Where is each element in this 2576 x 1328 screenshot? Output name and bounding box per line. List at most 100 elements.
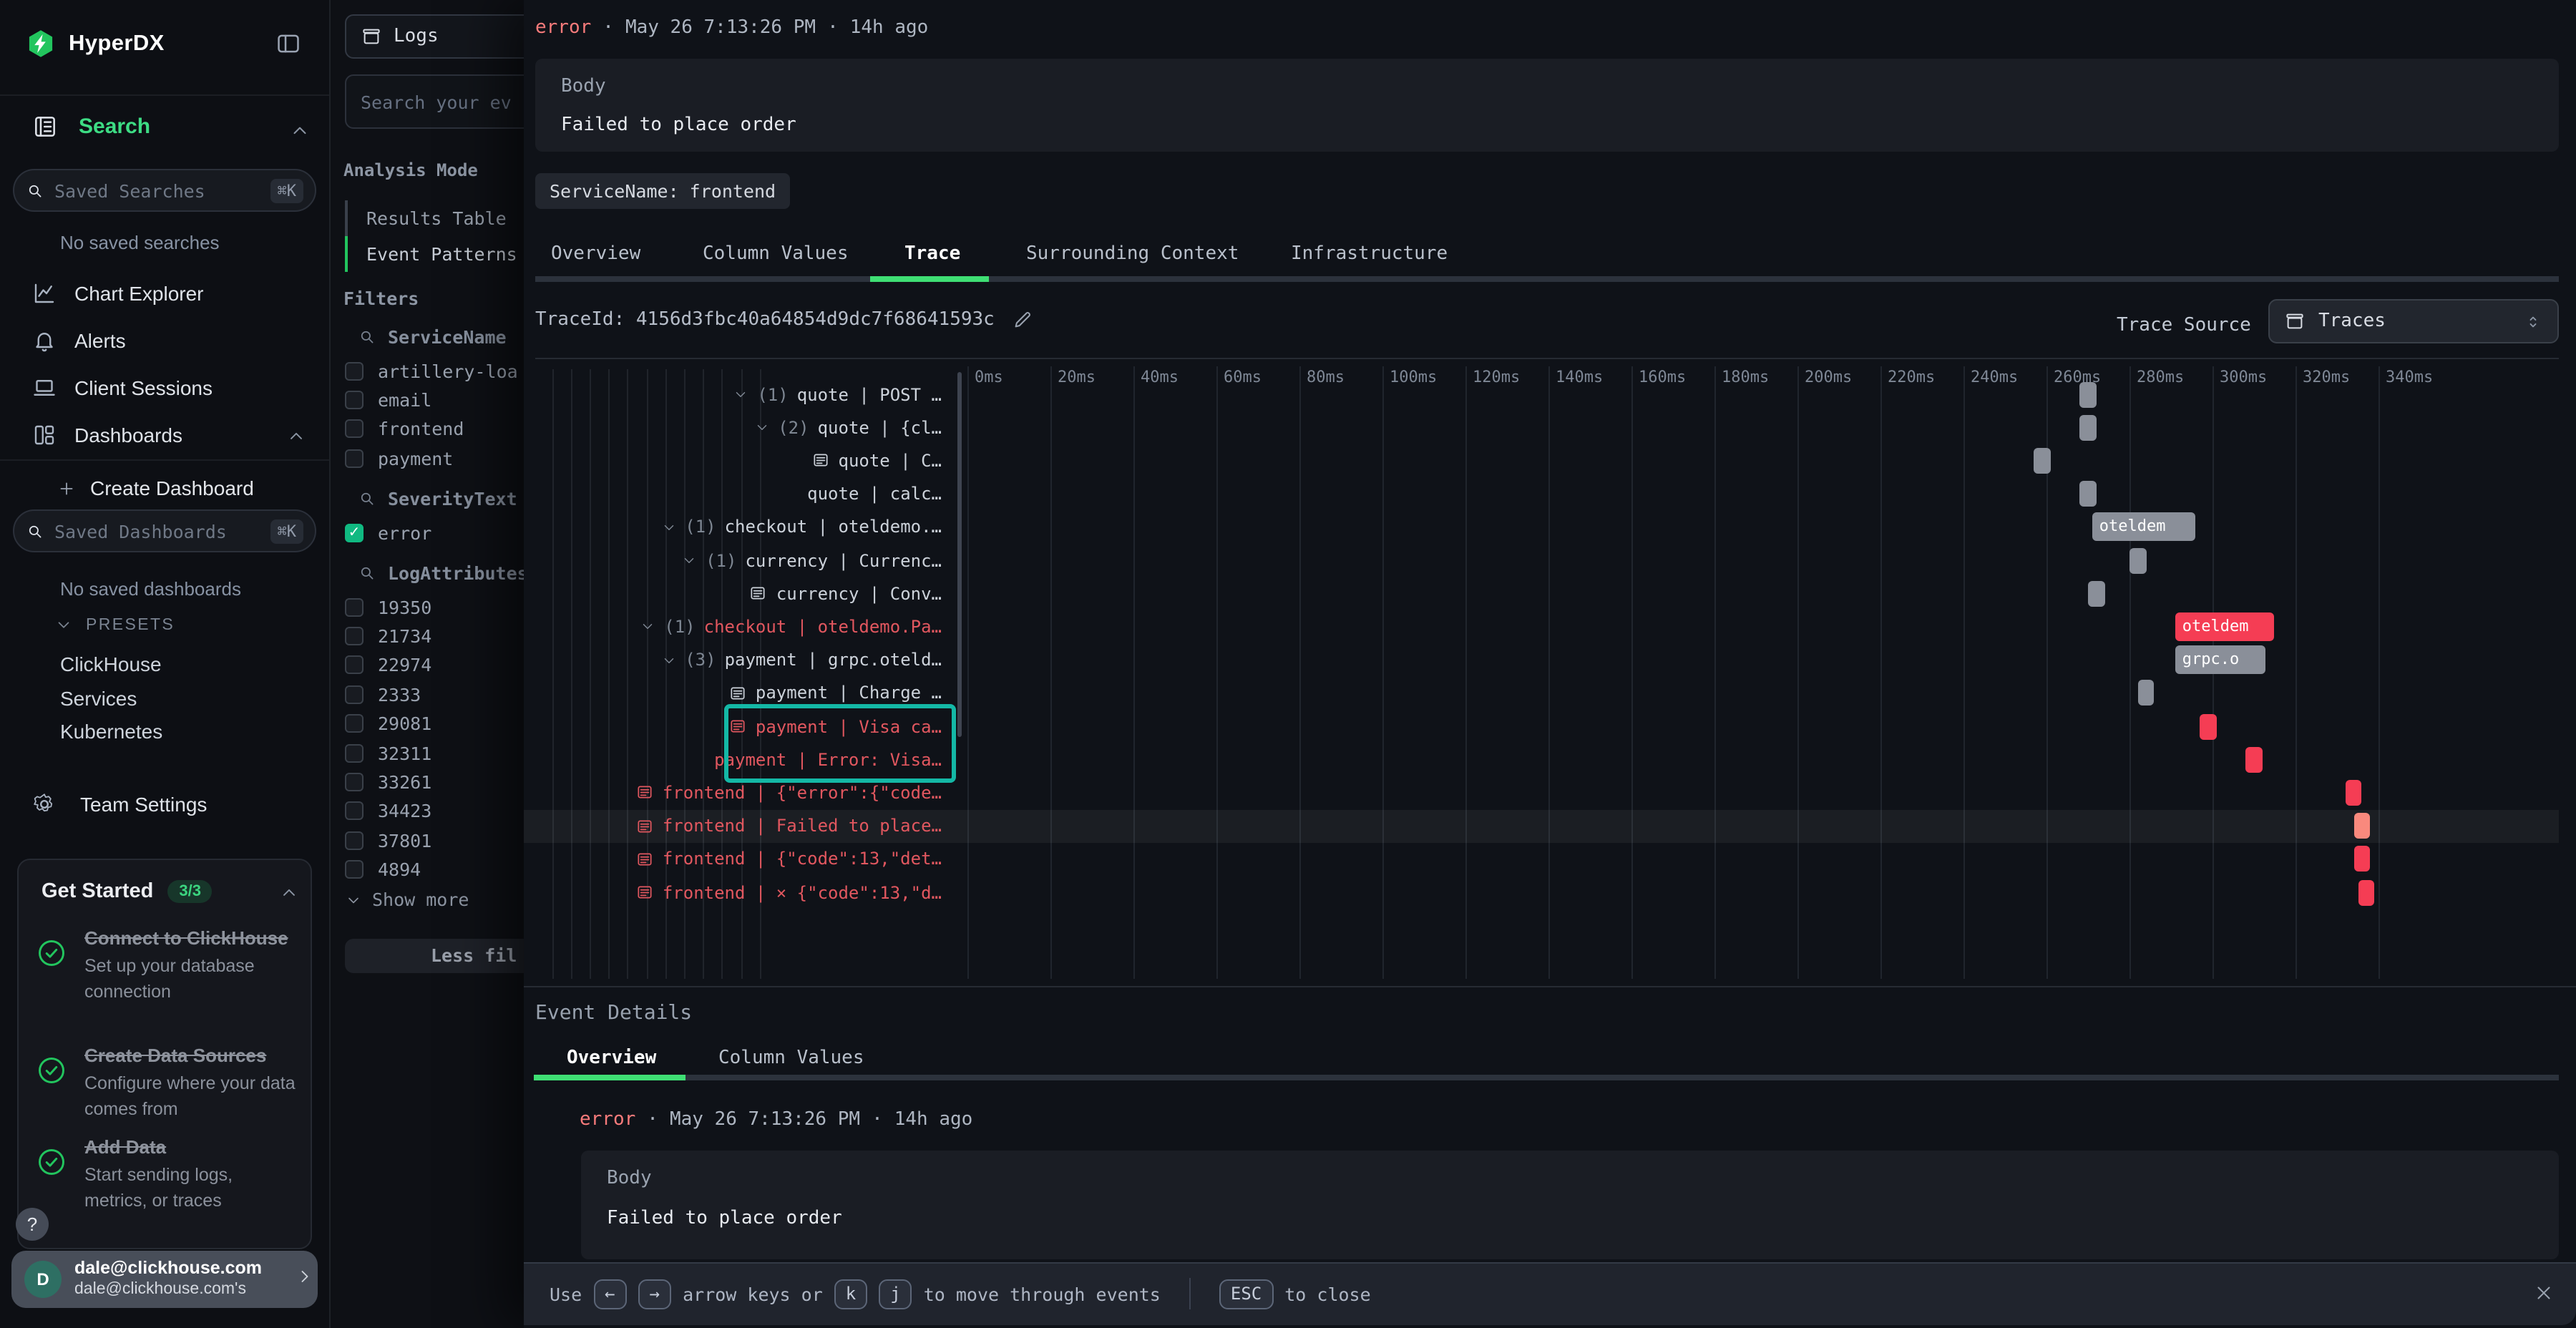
service-name-chip[interactable]: ServiceName: frontend: [535, 173, 790, 209]
span-bar[interactable]: [2079, 381, 2096, 407]
checkbox[interactable]: [345, 420, 364, 439]
checkbox[interactable]: [345, 361, 364, 380]
chevron-down-icon[interactable]: [640, 619, 655, 635]
sidebar-item-kubernetes[interactable]: Kubernetes: [60, 720, 162, 743]
sidebar-item-client-sessions[interactable]: Client Sessions: [0, 366, 329, 411]
filter-option[interactable]: 29081: [345, 709, 431, 738]
filter-option[interactable]: 19350: [345, 592, 431, 621]
checkbox[interactable]: [345, 449, 364, 467]
event-details-tab-column-values[interactable]: Column Values: [718, 1048, 864, 1069]
span-bar[interactable]: [2200, 713, 2217, 739]
analysis-mode-results-table[interactable]: Results Table: [366, 208, 507, 229]
create-dashboard-button[interactable]: Create Dashboard: [57, 477, 254, 499]
trace-tree-row[interactable]: currency | Conv…: [524, 577, 942, 610]
trace-tree-row[interactable]: (1)checkout | oteldemo.…: [524, 511, 942, 544]
close-icon[interactable]: [2533, 1282, 2555, 1304]
saved-searches-input[interactable]: Saved Searches ⌘K: [13, 169, 316, 212]
sidebar-collapse-icon[interactable]: [275, 30, 302, 57]
sidebar-item-services[interactable]: Services: [60, 686, 137, 709]
tab-trace[interactable]: Trace: [904, 243, 960, 265]
search-icon[interactable]: [358, 564, 376, 582]
analysis-mode-event-patterns[interactable]: Event Patterns: [366, 243, 517, 265]
search-icon[interactable]: [358, 328, 376, 346]
checkbox[interactable]: [345, 391, 364, 409]
brand[interactable]: HyperDX: [26, 29, 165, 59]
search-icon[interactable]: [358, 489, 376, 508]
chevron-down-icon[interactable]: [681, 552, 697, 568]
sidebar-item-search[interactable]: Search: [31, 113, 150, 140]
span-bar[interactable]: [2079, 414, 2096, 440]
checkbox-checked[interactable]: ✓: [345, 523, 364, 542]
filter-option[interactable]: 2333: [345, 680, 421, 708]
trace-tree-row[interactable]: (3)payment | grpc.oteld…: [524, 643, 942, 676]
user-menu[interactable]: D dale@clickhouse.com dale@clickhouse.co…: [11, 1251, 318, 1308]
sidebar-item-team-settings[interactable]: Team Settings: [31, 791, 207, 817]
checkbox[interactable]: [345, 743, 364, 762]
filter-option[interactable]: 33261: [345, 768, 431, 796]
get-started-item[interactable]: Create Data SourcesConfigure where your …: [36, 1043, 296, 1122]
trace-tree-row[interactable]: (1)checkout | oteldemo.Pa…: [524, 610, 942, 643]
filter-option[interactable]: 21734: [345, 622, 431, 650]
span-bar[interactable]: [2353, 846, 2370, 872]
checkbox[interactable]: [345, 714, 364, 733]
tab-column-values[interactable]: Column Values: [703, 243, 849, 265]
span-bar[interactable]: [2079, 481, 2096, 507]
filter-option[interactable]: artillery-loa: [345, 356, 518, 385]
sidebar-item-clickhouse[interactable]: ClickHouse: [60, 653, 162, 675]
span-bar[interactable]: [2088, 580, 2104, 606]
sidebar-item-alerts[interactable]: Alerts: [0, 319, 329, 363]
span-bar[interactable]: grpc.o: [2175, 645, 2266, 674]
filter-option[interactable]: 22974: [345, 651, 431, 680]
filter-option[interactable]: 4894: [345, 855, 421, 884]
filter-option[interactable]: email: [345, 386, 431, 414]
filter-option[interactable]: payment: [345, 444, 453, 472]
span-bar[interactable]: oteldem: [2175, 612, 2274, 641]
help-button[interactable]: ?: [16, 1208, 49, 1241]
filter-option[interactable]: 34423: [345, 797, 431, 826]
tab-overview[interactable]: Overview: [551, 243, 640, 265]
show-more-button[interactable]: Show more: [345, 889, 469, 910]
get-started-item[interactable]: Connect to ClickHouseSet up your databas…: [36, 926, 296, 1005]
checkbox[interactable]: [345, 860, 364, 879]
event-details-tab-overview[interactable]: Overview: [567, 1048, 656, 1069]
trace-tree-row[interactable]: frontend | ⨯ {"code":13,"d…: [524, 876, 942, 909]
checkbox[interactable]: [345, 685, 364, 703]
trace-tree-row[interactable]: frontend | {"code":13,"det…: [524, 843, 942, 876]
tree-scrollbar[interactable]: [957, 372, 962, 737]
chevron-down-icon[interactable]: [660, 652, 676, 668]
filter-option[interactable]: frontend: [345, 415, 464, 444]
trace-tree-row[interactable]: quote | calc…: [524, 477, 942, 510]
span-bar[interactable]: [2358, 879, 2374, 905]
span-bar[interactable]: [2138, 680, 2155, 706]
trace-tree-row[interactable]: (2)quote | {cl…: [524, 411, 942, 444]
trace-tree-row[interactable]: (1)currency | Currenc…: [524, 544, 942, 577]
span-bar[interactable]: [2129, 547, 2146, 573]
trace-tree-row[interactable]: frontend | Failed to place…: [524, 809, 942, 842]
checkbox[interactable]: [345, 627, 364, 645]
trace-source-select[interactable]: Traces: [2268, 299, 2559, 343]
presets-toggle[interactable]: PRESETS: [54, 615, 175, 634]
checkbox[interactable]: [345, 802, 364, 821]
chevron-down-icon[interactable]: [753, 420, 769, 436]
span-bar[interactable]: [2346, 780, 2362, 806]
span-bar[interactable]: [2245, 746, 2262, 772]
chevron-up-icon[interactable]: [289, 120, 311, 142]
filter-option[interactable]: ✓error: [345, 518, 431, 547]
sidebar-item-chart-explorer[interactable]: Chart Explorer: [0, 272, 329, 316]
span-bar[interactable]: [2353, 813, 2370, 839]
get-started-item[interactable]: Add DataStart sending logs, metrics, or …: [36, 1135, 296, 1214]
chevron-down-icon[interactable]: [733, 386, 748, 402]
checkbox[interactable]: [345, 831, 364, 849]
chevron-up-icon[interactable]: [279, 883, 299, 903]
trace-tree-row[interactable]: (1)quote | POST …: [524, 378, 942, 411]
tab-surrounding-context[interactable]: Surrounding Context: [1026, 243, 1239, 265]
span-bar[interactable]: [2034, 448, 2051, 474]
checkbox[interactable]: [345, 597, 364, 616]
tab-infrastructure[interactable]: Infrastructure: [1291, 243, 1448, 265]
filter-option[interactable]: 37801: [345, 826, 431, 854]
checkbox[interactable]: [345, 773, 364, 791]
edit-pencil-icon[interactable]: [1012, 309, 1033, 331]
checkbox[interactable]: [345, 656, 364, 675]
span-bar[interactable]: oteldem: [2092, 513, 2195, 542]
sidebar-item-dashboards[interactable]: Dashboards: [0, 414, 329, 458]
